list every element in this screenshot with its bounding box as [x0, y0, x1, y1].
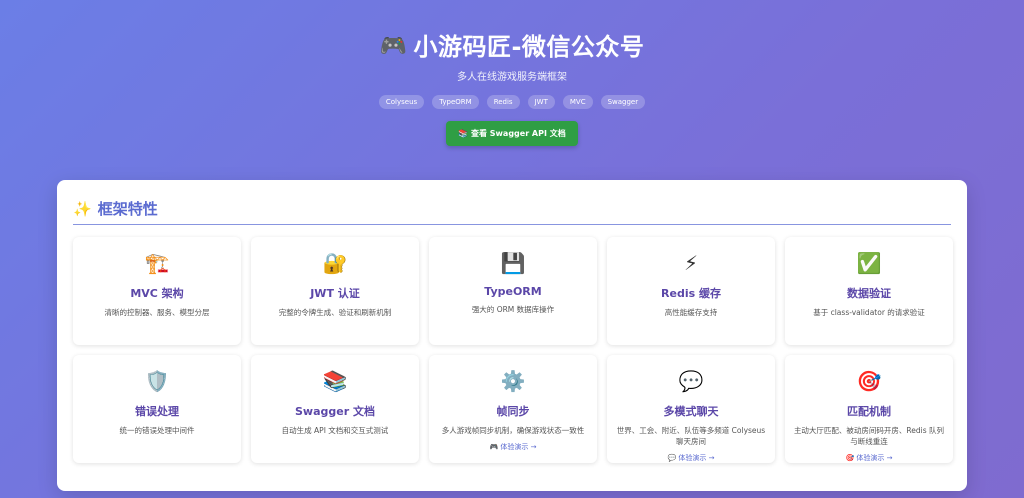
feature-card-redis: ⚡ Redis 缓存 高性能缓存支持	[607, 237, 775, 345]
features-grid: 🏗️ MVC 架构 清晰的控制器、服务、模型分层 🔐 JWT 认证 完整的令牌生…	[73, 237, 953, 463]
sparkle-icon: ✨	[73, 200, 92, 218]
feature-description: 强大的 ORM 数据库操作	[471, 305, 555, 314]
feature-description: 多人游戏帧同步机制，确保游戏状态一致性	[441, 426, 585, 435]
tag-typeorm: TypeORM	[432, 95, 479, 109]
feature-card-error-handling: 🛡️ 错误处理 统一的错误处理中间件	[73, 355, 241, 463]
tech-tags: Colyseus TypeORM Redis JWT MVC Swagger	[0, 95, 1024, 109]
target-icon: 🎯	[856, 369, 882, 393]
tag-colyseus: Colyseus	[378, 95, 425, 109]
features-section-title-text: 框架特性	[97, 200, 158, 218]
feature-description: 完整的令牌生成、验证和刷新机制	[278, 308, 392, 317]
feature-card-matchmaking: 🎯 匹配机制 主动大厅匹配、被动房间码开房、Redis 队列与断线重连 🎯 体验…	[785, 355, 953, 463]
feature-card-mvc: 🏗️ MVC 架构 清晰的控制器、服务、模型分层	[73, 237, 241, 345]
frame-sync-demo-link[interactable]: 🎮 体验演示 →	[429, 442, 597, 452]
lock-icon: 🔐	[322, 251, 348, 275]
tag-jwt: JWT	[527, 95, 555, 109]
speech-bubble-icon: 💬	[678, 369, 704, 393]
floppy-disk-icon: 💾	[500, 251, 526, 275]
feature-description: 世界、工会、附近、队伍等多频道 Colyseus 聊天房间	[616, 426, 766, 446]
features-section-title: ✨ 框架特性	[73, 198, 951, 225]
feature-card-validation: ✅ 数据验证 基于 class-validator 的请求验证	[785, 237, 953, 345]
feature-title: 数据验证	[847, 287, 891, 300]
feature-title: 错误处理	[135, 405, 179, 418]
page-title: 🎮 小游码匠-微信公众号	[0, 0, 1024, 63]
tag-swagger: Swagger	[600, 95, 646, 109]
feature-card-frame-sync: ⚙️ 帧同步 多人游戏帧同步机制，确保游戏状态一致性 🎮 体验演示 →	[429, 355, 597, 463]
shield-icon: 🛡️	[144, 369, 170, 393]
feature-title: 帧同步	[496, 405, 530, 418]
feature-description: 自动生成 API 文档和交互式测试	[281, 426, 389, 435]
matchmaking-demo-link[interactable]: 🎯 体验演示 →	[785, 453, 953, 463]
feature-title: TypeORM	[484, 285, 542, 298]
page-header: 🎮 小游码匠-微信公众号 多人在线游戏服务端框架 Colyseus TypeORM…	[0, 0, 1024, 146]
page-title-text: 小游码匠-微信公众号	[413, 33, 645, 61]
feature-card-swagger: 📚 Swagger 文档 自动生成 API 文档和交互式测试	[251, 355, 419, 463]
tag-redis: Redis	[486, 95, 520, 109]
books-icon: 📚	[322, 369, 348, 393]
feature-title: 匹配机制	[847, 405, 891, 418]
feature-title: JWT 认证	[310, 287, 360, 300]
chat-demo-link[interactable]: 💬 体验演示 →	[607, 453, 775, 463]
feature-description: 基于 class-validator 的请求验证	[813, 308, 925, 317]
feature-description: 高性能缓存支持	[664, 308, 718, 317]
feature-card-jwt: 🔐 JWT 认证 完整的令牌生成、验证和刷新机制	[251, 237, 419, 345]
feature-title: Swagger 文档	[295, 405, 375, 418]
page-subtitle: 多人在线游戏服务端框架	[457, 72, 567, 83]
swagger-docs-button[interactable]: 📚 查看 Swagger API 文档	[446, 121, 578, 146]
features-panel: ✨ 框架特性 🏗️ MVC 架构 清晰的控制器、服务、模型分层 🔐 JWT 认证 …	[57, 180, 967, 491]
feature-card-chat: 💬 多模式聊天 世界、工会、附近、队伍等多频道 Colyseus 聊天房间 💬 …	[607, 355, 775, 463]
feature-description: 统一的错误处理中间件	[119, 426, 195, 435]
feature-title: MVC 架构	[130, 287, 184, 300]
feature-title: 多模式聊天	[663, 405, 719, 418]
feature-card-typeorm: 💾 TypeORM 强大的 ORM 数据库操作	[429, 237, 597, 345]
construction-icon: 🏗️	[144, 251, 170, 275]
gamepad-icon: 🎮	[379, 34, 408, 59]
feature-title: Redis 缓存	[661, 287, 721, 300]
feature-description: 清晰的控制器、服务、模型分层	[104, 308, 210, 317]
tag-mvc: MVC	[562, 95, 593, 109]
gear-icon: ⚙️	[500, 369, 526, 393]
feature-description: 主动大厅匹配、被动房间码开房、Redis 队列与断线重连	[793, 426, 945, 446]
lightning-icon: ⚡	[683, 251, 699, 275]
check-mark-icon: ✅	[856, 251, 882, 275]
